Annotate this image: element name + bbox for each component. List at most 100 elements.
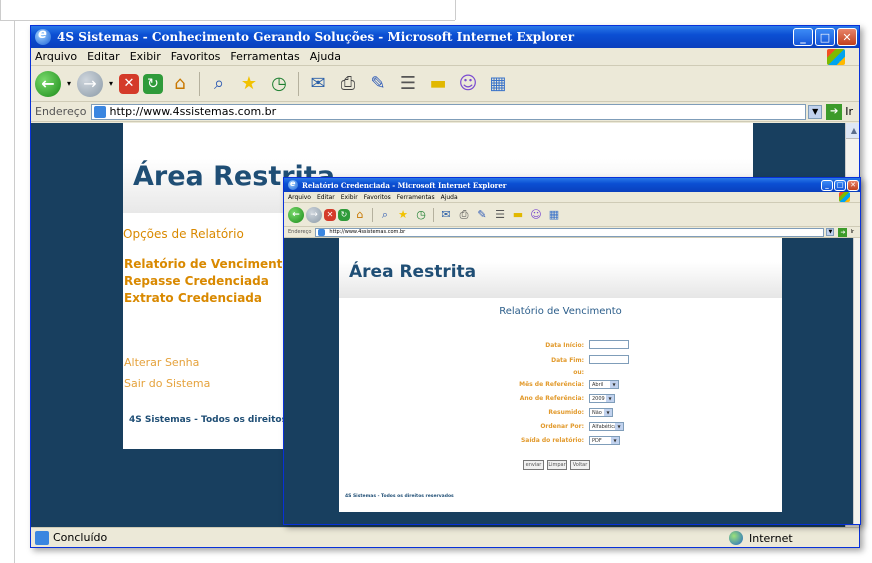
discuss-icon[interactable]: ☰ — [492, 207, 508, 223]
nav-relatorio-vencimento[interactable]: Relatório de Vencimento — [124, 257, 291, 271]
print-icon[interactable]: ⎙ — [335, 71, 361, 97]
popup-maximize-button[interactable]: □ — [834, 179, 846, 191]
edit-icon[interactable]: ✎ — [474, 207, 490, 223]
popup-minimize-button[interactable]: _ — [821, 179, 833, 191]
go-arrow-icon[interactable]: ➔ — [838, 227, 848, 237]
data-fim-input[interactable] — [589, 355, 629, 364]
favorites-icon[interactable]: ★ — [236, 71, 262, 97]
print-icon[interactable]: ⎙ — [456, 207, 472, 223]
status-text: Concluído — [53, 531, 108, 544]
minimize-button[interactable]: _ — [793, 28, 813, 46]
maximize-button[interactable]: □ — [815, 28, 835, 46]
resumido-select[interactable]: Não ▼ — [589, 408, 613, 417]
go-arrow-icon[interactable]: ➔ — [826, 103, 843, 120]
data-inicio-input[interactable] — [589, 340, 629, 349]
nav-sair-sistema[interactable]: Sair do Sistema — [124, 377, 210, 390]
menu-arquivo[interactable]: Arquivo — [288, 194, 311, 201]
scroll-up-icon[interactable]: ▲ — [846, 123, 859, 139]
menu-ferramentas[interactable]: Ferramentas — [230, 50, 299, 63]
menu-bar: Arquivo Editar Exibir Favoritos Ferramen… — [31, 48, 859, 66]
report-title: Relatório de Vencimento — [499, 306, 622, 317]
page-icon — [93, 105, 106, 118]
close-button[interactable]: ✕ — [837, 28, 857, 46]
popup-address-bar: Endereço http://www.4ssistemas.com.br ▼ … — [284, 227, 860, 238]
messenger-icon[interactable]: ☺ — [455, 71, 481, 97]
menu-ajuda[interactable]: Ajuda — [310, 50, 341, 63]
label-mes-referencia: Mês de Referência: — [519, 381, 584, 388]
internet-zone-icon — [729, 531, 743, 545]
favorites-icon[interactable]: ★ — [395, 207, 411, 223]
popup-toolbar: ← → ✕ ↻ ⌂ ⌕ ★ ◷ ✉ ⎙ ✎ ☰ ▬ ☺ ▦ — [284, 203, 860, 227]
history-icon[interactable]: ◷ — [266, 71, 292, 97]
menu-exibir[interactable]: Exibir — [130, 50, 161, 63]
back-icon[interactable]: ← — [35, 70, 61, 97]
folder-icon[interactable]: ▬ — [425, 71, 451, 97]
popup-address-input[interactable]: http://www.4ssistemas.com.br — [315, 227, 825, 237]
nav-extrato-credenciada[interactable]: Extrato Credenciada — [124, 291, 262, 305]
saida-value: PDF — [592, 437, 602, 444]
label-saida-relatorio: Saída do relatório: — [520, 437, 584, 444]
menu-editar[interactable]: Editar — [317, 194, 335, 201]
popup-page-content: Área Restrita Relatório de Vencimento Da… — [284, 238, 860, 524]
media-icon[interactable]: ▦ — [546, 207, 562, 223]
popup-site-header: Área Restrita — [339, 238, 782, 298]
back-icon[interactable]: ← — [288, 206, 304, 223]
main-titlebar[interactable]: 4S Sistemas - Conhecimento Gerando Soluç… — [31, 26, 859, 48]
menu-arquivo[interactable]: Arquivo — [35, 50, 77, 63]
page-icon — [318, 228, 326, 236]
saida-relatorio-select[interactable]: PDF ▼ — [589, 436, 620, 445]
menu-favoritos[interactable]: Favoritos — [171, 50, 221, 63]
limpar-button[interactable]: Limpar — [547, 460, 567, 470]
mes-referencia-select[interactable]: Abril ▼ — [589, 380, 619, 389]
nav-repasse-credenciada[interactable]: Repasse Credenciada — [124, 274, 269, 288]
ie-logo-icon — [288, 179, 298, 190]
go-button[interactable]: Ir — [845, 105, 853, 118]
popup-vertical-scrollbar[interactable] — [853, 238, 860, 524]
ano-referencia-select[interactable]: 2009 ▼ — [589, 394, 615, 403]
folder-icon[interactable]: ▬ — [510, 207, 526, 223]
voltar-button[interactable]: Voltar — [570, 460, 590, 470]
address-dropdown-icon[interactable]: ▼ — [808, 104, 823, 119]
resumido-value: Não — [592, 409, 602, 416]
home-icon[interactable]: ⌂ — [167, 71, 193, 97]
ordenar-por-select[interactable]: Alfabética ▼ — [589, 422, 624, 431]
popup-window-title: Relatório Credenciada - Microsoft Intern… — [302, 180, 507, 190]
home-icon[interactable]: ⌂ — [352, 207, 368, 223]
address-input[interactable]: http://www.4ssistemas.com.br — [90, 103, 807, 120]
menu-ferramentas[interactable]: Ferramentas — [397, 194, 435, 201]
menu-editar[interactable]: Editar — [87, 50, 120, 63]
label-ou: ou: — [573, 369, 584, 376]
refresh-icon[interactable]: ↻ — [338, 208, 350, 221]
enviar-button[interactable]: enviar — [523, 460, 544, 470]
stop-icon[interactable]: ✕ — [324, 208, 336, 221]
search-icon[interactable]: ⌕ — [206, 71, 232, 97]
forward-icon[interactable]: → — [306, 206, 322, 223]
chevron-down-icon: ▼ — [610, 381, 618, 388]
edit-icon[interactable]: ✎ — [365, 71, 391, 97]
menu-exibir[interactable]: Exibir — [341, 194, 358, 201]
options-title: Opções de Relatório — [123, 227, 244, 241]
history-icon[interactable]: ◷ — [413, 207, 429, 223]
forward-dropdown-icon[interactable]: ▾ — [107, 71, 115, 97]
menu-ajuda[interactable]: Ajuda — [441, 194, 458, 201]
popup-close-button[interactable]: ✕ — [847, 179, 859, 191]
nav-alterar-senha[interactable]: Alterar Senha — [124, 356, 199, 369]
popup-titlebar[interactable]: Relatório Credenciada - Microsoft Intern… — [284, 178, 860, 192]
mail-icon[interactable]: ✉ — [305, 71, 331, 97]
go-button[interactable]: Ir — [850, 229, 854, 235]
stop-icon[interactable]: ✕ — [119, 73, 139, 94]
ordenar-value: Alfabética — [592, 423, 618, 430]
popup-site-footer: 4S Sistemas - Todos os direitos reservad… — [345, 494, 454, 499]
popup-menu-bar: Arquivo Editar Exibir Favoritos Ferramen… — [284, 192, 860, 203]
refresh-icon[interactable]: ↻ — [143, 73, 163, 94]
discuss-icon[interactable]: ☰ — [395, 71, 421, 97]
menu-favoritos[interactable]: Favoritos — [364, 194, 391, 201]
back-dropdown-icon[interactable]: ▾ — [65, 71, 73, 97]
media-icon[interactable]: ▦ — [485, 71, 511, 97]
popup-browser-window: Relatório Credenciada - Microsoft Intern… — [283, 177, 861, 525]
mail-icon[interactable]: ✉ — [438, 207, 454, 223]
messenger-icon[interactable]: ☺ — [528, 207, 544, 223]
forward-icon[interactable]: → — [77, 70, 103, 97]
address-dropdown-icon[interactable]: ▼ — [826, 228, 835, 236]
search-icon[interactable]: ⌕ — [377, 207, 393, 223]
